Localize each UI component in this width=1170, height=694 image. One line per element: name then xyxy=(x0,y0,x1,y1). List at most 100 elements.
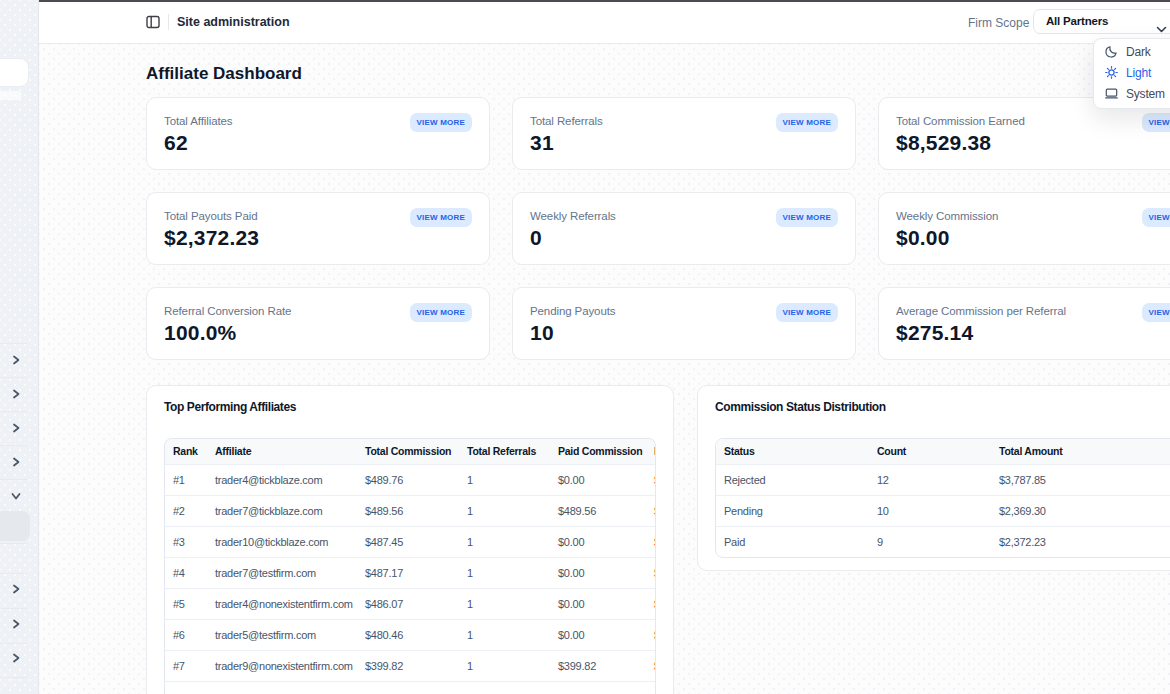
chevron-down-icon xyxy=(1156,19,1167,37)
theme-option-label: Dark xyxy=(1126,45,1151,59)
stat-card-total-referrals: Total Referrals 31 VIEW MORE xyxy=(512,97,856,170)
column-header: Affiliate xyxy=(207,439,357,464)
table-container: Rank Affiliate Total Commission Total Re… xyxy=(164,438,656,694)
theme-option-label: System xyxy=(1126,87,1165,101)
view-more-button[interactable]: VIEW MORE xyxy=(410,113,472,132)
sidebar-toggle-button[interactable] xyxy=(146,15,160,29)
table-row: Paid 9 $2,372.23 xyxy=(716,526,1170,557)
table-row: #2 trader7@tickblaze.com $489.56 1 $489.… xyxy=(165,495,656,526)
table-row: #6 trader5@testfirm.com $480.46 1 $0.00 … xyxy=(165,619,656,650)
sun-icon xyxy=(1105,66,1118,79)
section-title: Top Performing Affiliates xyxy=(164,398,656,416)
panel-left-icon xyxy=(146,15,160,29)
sidebar-item[interactable] xyxy=(10,618,22,630)
theme-option-dark[interactable]: Dark xyxy=(1094,41,1170,62)
column-header: Rank xyxy=(165,439,207,464)
stat-label: Average Commission per Referral xyxy=(896,303,1170,319)
top-affiliates-table: Rank Affiliate Total Commission Total Re… xyxy=(165,439,656,694)
chevron-right-icon xyxy=(10,618,22,630)
table-header-row: Status Count Total Amount xyxy=(716,439,1170,464)
sidebar-divider xyxy=(0,343,27,344)
breadcrumb-title: Site administration xyxy=(177,15,290,29)
stat-label: Total Commission Earned xyxy=(896,113,1170,129)
sidebar-divider xyxy=(0,411,27,412)
sidebar-item[interactable] xyxy=(10,388,22,400)
table-container: Status Count Total Amount Rejected 12 $3… xyxy=(715,438,1170,558)
sidebar-divider xyxy=(0,573,27,574)
table-row: #7 trader9@nonexistentfirm.com $399.82 1… xyxy=(165,650,656,681)
sidebar-item[interactable] xyxy=(10,422,22,434)
column-header-clipped: P xyxy=(648,439,656,464)
sidebar-item[interactable] xyxy=(10,354,22,366)
chevron-right-icon xyxy=(10,354,22,366)
sidebar-top-subitem xyxy=(0,91,22,100)
sidebar-divider xyxy=(0,677,27,678)
sidebar-item-active[interactable] xyxy=(0,511,30,541)
sidebar-divider xyxy=(0,445,27,446)
chevron-right-icon xyxy=(10,652,22,664)
chevron-down-icon xyxy=(10,490,22,502)
sidebar-divider xyxy=(0,377,27,378)
commission-status-card: Commission Status Distribution Status Co… xyxy=(697,385,1170,571)
view-more-button[interactable]: VIEW MORE xyxy=(776,303,838,322)
stat-card-pending-payouts: Pending Payouts 10 VIEW MORE xyxy=(512,287,856,360)
theme-menu: Dark Light System xyxy=(1093,38,1170,109)
stat-value: 31 xyxy=(530,131,838,155)
view-more-button[interactable]: VIEW MORE xyxy=(776,208,838,227)
stat-value: 0 xyxy=(530,226,838,250)
chevron-right-icon xyxy=(10,456,22,468)
stat-value: 10 xyxy=(530,321,838,345)
stat-card-total-affiliates: Total Affiliates 62 VIEW MORE xyxy=(146,97,490,170)
column-header: Paid Commission xyxy=(550,439,648,464)
main-content: Affiliate Dashboard Total Affiliates 62 … xyxy=(39,44,1170,694)
theme-option-light[interactable]: Light xyxy=(1094,62,1170,83)
stat-value: $8,529.38 xyxy=(896,131,1170,155)
firm-scope-label: Firm Scope xyxy=(968,16,1029,30)
column-header: Count xyxy=(869,439,991,464)
chevron-right-icon xyxy=(10,388,22,400)
firm-scope-select[interactable]: All Partners xyxy=(1033,9,1170,34)
sidebar-item[interactable] xyxy=(10,456,22,468)
sidebar-item[interactable] xyxy=(10,652,22,664)
stat-value: $2,372.23 xyxy=(164,226,472,250)
topbar: Site administration Firm Scope All Partn… xyxy=(39,0,1170,44)
stat-value: $0.00 xyxy=(896,226,1170,250)
theme-option-system[interactable]: System xyxy=(1094,83,1170,104)
column-header: Total Commission xyxy=(357,439,459,464)
stat-card-total-payouts-paid: Total Payouts Paid $2,372.23 VIEW MORE xyxy=(146,192,490,265)
theme-option-label: Light xyxy=(1126,66,1151,80)
chevron-right-icon xyxy=(10,583,22,595)
sidebar xyxy=(0,0,39,694)
stat-label: Weekly Commission xyxy=(896,208,1170,224)
topbar-divider xyxy=(168,14,169,30)
firm-scope-value: All Partners xyxy=(1046,15,1108,27)
stat-card-referral-conversion-rate: Referral Conversion Rate 100.0% VIEW MOR… xyxy=(146,287,490,360)
table-row: #4 trader7@testfirm.com $487.17 1 $0.00 … xyxy=(165,557,656,588)
topbar-accent-line xyxy=(39,0,1170,2)
stat-value: 100.0% xyxy=(164,321,472,345)
column-header: Status xyxy=(716,439,869,464)
table-header-row: Rank Affiliate Total Commission Total Re… xyxy=(165,439,656,464)
stat-value: $275.14 xyxy=(896,321,1170,345)
sidebar-item-expanded[interactable] xyxy=(10,490,22,502)
stats-grid: Total Affiliates 62 VIEW MORE Total Refe… xyxy=(146,97,1170,360)
sidebar-item[interactable] xyxy=(10,583,22,595)
table-row xyxy=(165,681,656,694)
table-row: Pending 10 $2,369.30 xyxy=(716,495,1170,526)
section-title: Commission Status Distribution xyxy=(715,398,1170,416)
column-header: Total Amount xyxy=(991,439,1170,464)
view-more-button[interactable]: VIEW MORE xyxy=(1142,303,1170,322)
moon-icon xyxy=(1105,45,1118,58)
view-more-button[interactable]: VIEW MORE xyxy=(410,208,472,227)
sidebar-divider xyxy=(0,608,27,609)
commission-status-table: Status Count Total Amount Rejected 12 $3… xyxy=(716,439,1170,557)
sidebar-divider xyxy=(0,643,27,644)
page-title: Affiliate Dashboard xyxy=(146,64,1170,84)
view-more-button[interactable]: VIEW MORE xyxy=(1142,208,1170,227)
view-more-button[interactable]: VIEW MORE xyxy=(776,113,838,132)
sidebar-top-card[interactable] xyxy=(0,58,29,87)
stat-value: 62 xyxy=(164,131,472,155)
table-row: #1 trader4@tickblaze.com $489.76 1 $0.00… xyxy=(165,464,656,495)
view-more-button[interactable]: VIEW MORE xyxy=(410,303,472,322)
view-more-button[interactable]: VIEW MORE xyxy=(1142,113,1170,132)
